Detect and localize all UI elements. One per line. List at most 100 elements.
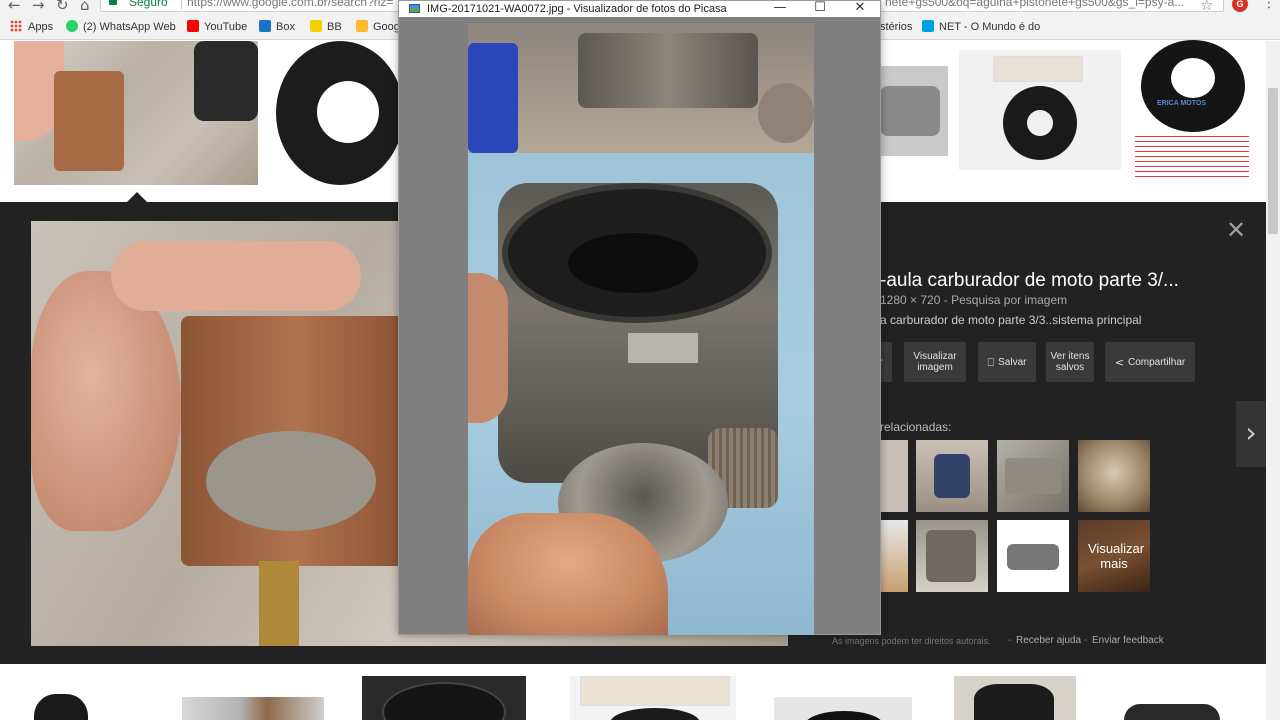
minimize-icon[interactable]: — [760, 0, 800, 16]
diaphragm-shape [804, 711, 884, 720]
bookmark-icon: ⎕ [987, 355, 995, 369]
reload-icon[interactable]: ↻ [56, 0, 69, 13]
metal-part-shape [578, 33, 758, 108]
needle-shape [259, 561, 299, 646]
share-button[interactable]: < Compartilhar [1105, 342, 1195, 382]
bookmark-youtube[interactable]: YouTube [187, 20, 247, 34]
view-saved-button[interactable]: Ver itens salvos [1046, 342, 1094, 382]
clip-shape [628, 333, 698, 363]
youtube-icon [187, 20, 199, 32]
erica-motos-logo: ERICA MOTOS [1157, 100, 1207, 107]
result-thumbnail[interactable]: ERICA MOTOS [1133, 40, 1251, 184]
related-image[interactable] [1078, 440, 1150, 512]
carburetor-part-shape [54, 71, 124, 171]
home-icon[interactable]: ⌂ [80, 0, 90, 13]
window-titlebar[interactable]: IMG-20171021-WA0072.jpg - Visualizador d… [399, 0, 880, 17]
close-icon[interactable]: ✕ [1226, 216, 1246, 244]
send-feedback-link[interactable]: Enviar feedback [1092, 635, 1164, 646]
close-icon[interactable]: ✕ [840, 0, 880, 16]
photo-area [399, 17, 880, 635]
screen: ← → ↻ ⌂ Seguro https://www.google.com.br… [0, 0, 1280, 720]
kebab-menu-icon[interactable]: ⋮ [1262, 0, 1276, 11]
bookmark-google[interactable]: Goog [356, 20, 400, 34]
bookmark-net[interactable]: NET - O Mundo é do [922, 20, 1040, 34]
related-image[interactable] [916, 520, 988, 592]
diaphragm-hole-shape [317, 81, 379, 143]
box-icon [259, 20, 271, 32]
preview-meta: 1280 × 720 - Pesquisa por imagem [880, 293, 1067, 307]
result-thumbnail[interactable] [954, 676, 1076, 720]
bookmark-label: stérios [880, 21, 913, 33]
carburetor-photo[interactable] [468, 23, 814, 635]
related-images-label: relacionadas: [880, 420, 952, 434]
slide-disc-shape [206, 431, 376, 531]
google-icon [356, 20, 368, 32]
secure-label: Seguro [129, 0, 168, 9]
lock-icon [109, 0, 117, 5]
result-thumbnail[interactable] [959, 50, 1121, 170]
button-label: Visualizar imagem [913, 351, 957, 373]
diaphragm-hole-shape [1027, 110, 1053, 136]
finger-shape [468, 273, 508, 423]
extension-badge-icon[interactable]: G [1232, 0, 1248, 12]
arrow-right-icon[interactable]: → [32, 0, 45, 13]
result-thumbnail[interactable] [272, 41, 400, 185]
related-image[interactable] [916, 440, 988, 512]
result-thumbnail[interactable] [1124, 704, 1220, 720]
chevron-right-icon[interactable]: › [1236, 401, 1266, 467]
product-box-shape [580, 676, 730, 706]
blue-part-shape [934, 454, 970, 498]
product-box-shape [993, 56, 1083, 82]
bookmark-label: Apps [28, 21, 54, 33]
scrollbar-thumb[interactable] [1268, 88, 1278, 234]
product-label-shape [1135, 132, 1249, 178]
save-button[interactable]: ⎕ Salvar [978, 342, 1036, 382]
diaphragm-shape [382, 682, 506, 720]
bookmark-label: BB [327, 21, 342, 33]
related-image[interactable] [997, 520, 1069, 592]
result-thumbnail[interactable] [570, 676, 736, 720]
bookmark-box[interactable]: Box [259, 20, 295, 34]
result-thumbnail[interactable] [880, 66, 948, 156]
carburetor-shape [926, 530, 976, 582]
view-more-tile[interactable]: Visualizar mais [1078, 520, 1150, 592]
related-image[interactable] [880, 520, 908, 592]
apps-grid-icon [10, 20, 22, 32]
get-help-link[interactable]: Receber ajuda [1016, 635, 1081, 646]
carburetor-shape [1007, 544, 1059, 570]
view-more-label: Visualizar mais [1088, 541, 1145, 571]
url-text: https://www.google.com.br/search?rlz= [187, 0, 394, 9]
window-title: IMG-20171021-WA0072.jpg - Visualizador d… [427, 3, 727, 15]
carburetor-pair-shape [1005, 458, 1061, 494]
picasa-app-icon [409, 4, 420, 13]
bookmark-bb[interactable]: BB [310, 20, 342, 34]
maximize-icon[interactable]: ☐ [800, 0, 840, 16]
star-icon[interactable]: ☆ [1200, 0, 1213, 14]
bookmark-label: (2) WhatsApp Web [83, 21, 176, 33]
button-label: Ver itens salvos [1050, 351, 1090, 373]
preview-title[interactable]: -aula carburador de moto parte 3/... [880, 270, 1179, 292]
arrow-left-icon[interactable]: ← [8, 0, 21, 13]
bookmark-apps[interactable]: Apps [10, 20, 53, 34]
button-label: Salvar [998, 356, 1027, 368]
picasa-viewer-window: IMG-20171021-WA0072.jpg - Visualizador d… [398, 0, 881, 635]
result-thumbnail[interactable] [362, 676, 526, 720]
ring-shape [758, 83, 814, 143]
preview-description: a carburador de moto parte 3/3..sistema … [880, 313, 1142, 327]
image-size: 1280 × 720 [880, 293, 941, 307]
result-thumbnail[interactable] [774, 697, 912, 720]
index-finger-shape [111, 241, 361, 311]
bookmark-whatsapp[interactable]: (2) WhatsApp Web [66, 20, 176, 34]
result-thumbnail[interactable] [14, 41, 258, 185]
search-by-image-link[interactable]: Pesquisa por imagem [951, 293, 1067, 307]
bookmark-label: YouTube [204, 21, 248, 33]
result-thumbnail[interactable] [182, 697, 324, 720]
bookmark-misterios[interactable]: stérios [880, 20, 912, 34]
metal-part-shape [880, 86, 940, 136]
footer-separator: - [1084, 635, 1088, 646]
meta-separator: - [943, 293, 948, 307]
footer-separator: - [1008, 635, 1012, 646]
related-image[interactable] [880, 440, 908, 512]
related-image[interactable] [997, 440, 1069, 512]
view-image-button[interactable]: Visualizar imagem [904, 342, 966, 382]
